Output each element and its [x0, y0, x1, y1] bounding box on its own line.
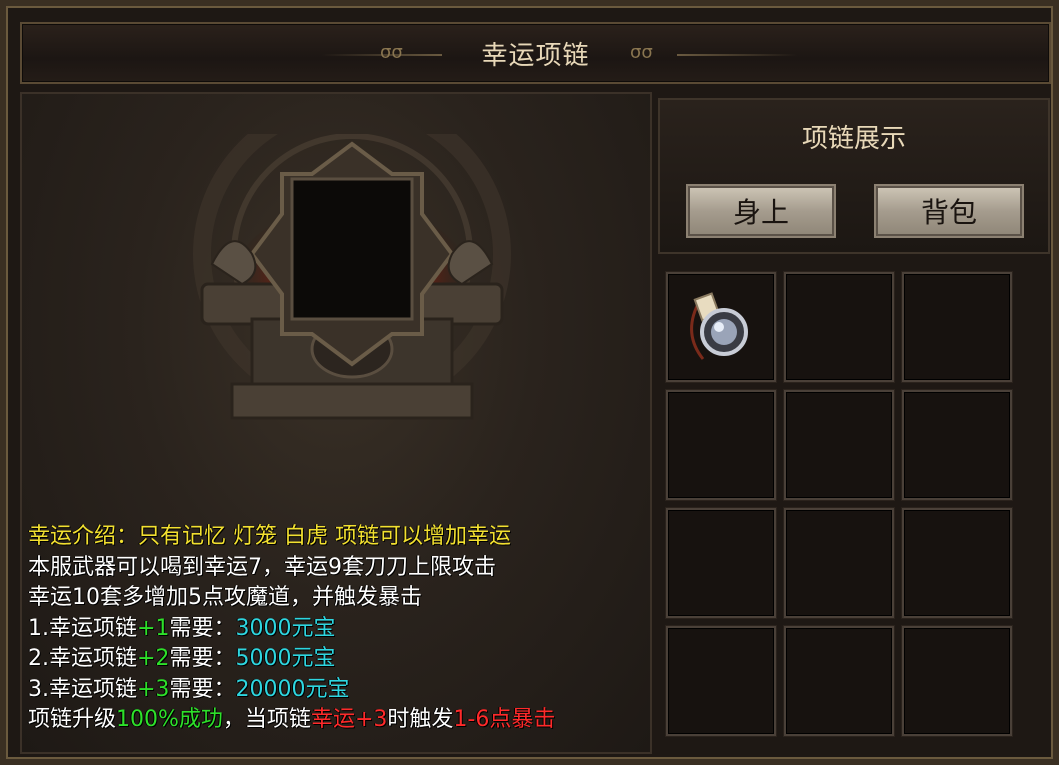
upgrade-2-level: +2 — [137, 646, 170, 671]
inventory-slot[interactable] — [666, 390, 776, 500]
upgrade-3-label: 3.幸运项链 — [28, 676, 137, 702]
necklace-icon[interactable] — [668, 274, 774, 380]
upgrade-requirement-1: 1.幸运项链+1需要：3000元宝 — [28, 614, 648, 645]
upgrade-success-note: 项链升级100%成功，当项链幸运+3时触发1-6点暴击 — [28, 705, 648, 736]
luck-weapon-note: 本服武器可以喝到幸运7，幸运9套刀刀上限攻击 — [28, 554, 496, 580]
upgrade-1-cost: 3000元宝 — [235, 615, 336, 641]
showcase-title: 项链展示 — [801, 124, 906, 154]
luck-intro: 幸运介绍：只有记忆 灯笼 白虎 项链可以增加幸运 — [28, 524, 511, 549]
inventory-slot[interactable] — [902, 508, 1012, 618]
luck-set-note: 幸运10套多增加5点攻魔道，并触发暴击 — [28, 585, 422, 610]
upgrade-2-label: 2.幸运项链 — [28, 646, 137, 671]
upgrade-1-level: +1 — [137, 615, 170, 641]
inventory-slot[interactable] — [784, 508, 894, 618]
note-part-a: 项链升级 — [28, 707, 117, 732]
note-part-e: 时触发 — [387, 707, 454, 732]
necklace-showcase-panel: 项链展示 身上 背包 — [658, 98, 1050, 254]
necklace-display-panel: 幸运介绍：只有记忆 灯笼 白虎 项链可以增加幸运 本服武器可以喝到幸运7，幸运9… — [20, 92, 652, 754]
altar-frame-icon — [193, 134, 511, 420]
inventory-slot[interactable] — [902, 626, 1012, 736]
upgrade-requirement-3: 3.幸运项链+3需要：20000元宝 — [28, 675, 648, 706]
inventory-slot[interactable] — [666, 272, 776, 382]
upgrade-3-level: +3 — [137, 676, 170, 702]
window-frame: σσ 幸运项链 σσ 幸运介绍：只有记忆 灯笼 白虎 项链可以增加幸运 本服武器… — [0, 0, 1059, 765]
upgrade-requirement-2: 2.幸运项链+2需要：5000元宝 — [28, 644, 648, 675]
inventory-slot[interactable] — [902, 272, 1012, 382]
window-title: 幸运项链 — [481, 40, 590, 71]
upgrade-2-need: 需要： — [169, 646, 236, 671]
title-bar: σσ 幸运项链 σσ — [20, 22, 1051, 84]
tab-equipped[interactable]: 身上 — [686, 184, 836, 238]
luck-info-text: 幸运介绍：只有记忆 灯笼 白虎 项链可以增加幸运 本服武器可以喝到幸运7，幸运9… — [28, 522, 648, 736]
title-ornament-right-icon: σσ — [630, 42, 653, 63]
inventory-slot[interactable] — [784, 390, 894, 500]
upgrade-2-cost: 5000元宝 — [235, 646, 336, 671]
note-part-c: ，当项链 — [222, 707, 311, 732]
note-luck-level: 幸运+3 — [310, 707, 388, 732]
upgrade-1-need: 需要： — [169, 615, 236, 641]
inventory-slot[interactable] — [784, 272, 894, 382]
inventory-slot[interactable] — [666, 508, 776, 618]
inventory-grid — [666, 272, 1018, 742]
upgrade-3-need: 需要： — [169, 676, 236, 702]
upgrade-1-label: 1.幸运项链 — [28, 615, 137, 641]
note-crit-range: 1-6点暴击 — [453, 707, 556, 732]
inventory-slot[interactable] — [902, 390, 1012, 500]
tab-bag[interactable]: 背包 — [874, 184, 1024, 238]
upgrade-3-cost: 20000元宝 — [235, 676, 350, 702]
inventory-slot[interactable] — [666, 626, 776, 736]
note-success-rate: 100%成功 — [116, 707, 223, 732]
title-divider-right — [677, 54, 797, 56]
inventory-slot[interactable] — [784, 626, 894, 736]
